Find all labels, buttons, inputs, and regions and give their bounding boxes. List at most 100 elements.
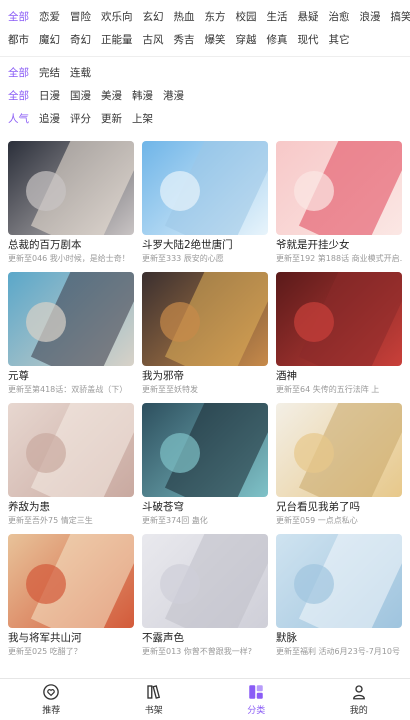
comic-card[interactable]: 我与将军共山河 更新至025 吃醋了？ [8,534,134,658]
comic-card[interactable]: 酒神 更新至64 失传的五行法阵 上 [276,272,402,396]
filter-chip-genre_row1[interactable]: 校园 [236,7,257,27]
comic-card[interactable]: 养敌为患 更新至吾外75 情定三生 [8,403,134,527]
cover-art-shape [26,171,66,211]
cover-art-shape [294,433,334,473]
comic-card[interactable]: 元尊 更新至第418话：双骄盖战（下） [8,272,134,396]
filter-chip-genre_row1[interactable]: 全部 [8,7,29,27]
comic-cover-image[interactable] [8,141,134,235]
comic-card[interactable]: 爷就是开挂少女 更新至192 第188话 商业模式开启… [276,141,402,265]
genre-filter-row-2: 都市 魔幻 奇幻 正能量 古风 秀吉 爆笑 穿越 修真 现代 其它 [8,30,402,50]
comic-title: 我与将军共山河 [8,632,82,644]
filter-chip-status[interactable]: 完结 [39,63,60,83]
filter-chip-genre_row2[interactable]: 修真 [267,30,288,50]
comic-card[interactable]: 默脉 更新至福利 活动6月23号-7月10号 [276,534,402,658]
comic-cover-image[interactable] [142,272,268,366]
filter-chip-genre_row1[interactable]: 治愈 [329,7,350,27]
cover-art-shape [160,171,200,211]
cover-art-shape [294,171,334,211]
filter-chip-genre_row2[interactable]: 秀吉 [174,30,195,50]
comic-cover-image[interactable] [276,272,402,366]
comic-card[interactable]: 总裁的百万剧本 更新至046 我小时候，是给士奇！ [8,141,134,265]
status-filter-row: 全部 完结 连载 [8,63,402,83]
filter-chip-genre_row2[interactable]: 穿越 [236,30,257,50]
filter-chip-genre_row2[interactable]: 爆笑 [205,30,226,50]
genre-filter-row-1: 全部 恋爱 冒险 欢乐向 玄幻 热血 东方 校园 生活 悬疑 治愈 浪漫 搞笑 [8,7,410,27]
comic-cover-image[interactable] [8,272,134,366]
cover-art-shape [160,433,200,473]
nav-bookshelf[interactable]: 书架 [103,679,206,720]
comic-cover-image[interactable] [142,141,268,235]
comic-cover-image[interactable] [276,403,402,497]
bottom-navigation: 推荐 书架 分类 我的 [0,678,410,720]
filter-chip-genre_row1[interactable]: 冒险 [70,7,91,27]
user-icon [352,685,365,700]
filter-chip-genre_row1[interactable]: 悬疑 [298,7,319,27]
filter-chip-sort[interactable]: 人气 [8,109,29,129]
filter-chip-genre_row1[interactable]: 东方 [205,7,226,27]
filter-chip-region[interactable]: 港漫 [163,86,184,106]
nav-category[interactable]: 分类 [205,679,308,720]
filter-chip-sort[interactable]: 评分 [70,109,91,129]
filter-chip-genre_row2[interactable]: 现代 [298,30,319,50]
comic-cover-image[interactable] [142,534,268,628]
cover-art-shape [294,302,334,342]
nav-bookshelf-label: 书架 [144,706,163,716]
filter-chip-genre_row2[interactable]: 其它 [329,30,350,50]
comic-cover-image[interactable] [276,534,402,628]
comic-update-text: 更新至046 我小时候，是给士奇！ [8,254,130,263]
filter-chip-status[interactable]: 全部 [8,63,29,83]
filter-chip-sort[interactable]: 上架 [132,109,153,129]
heart-icon [43,684,60,700]
filter-chip-genre_row1[interactable]: 热血 [174,7,195,27]
cover-art-shape [160,302,200,342]
comic-update-text: 更新至013 你曾不曾跟我一样? [142,647,253,656]
comic-cover-image[interactable] [276,141,402,235]
filter-chip-region[interactable]: 全部 [8,86,29,106]
filter-chip-genre_row1[interactable]: 生活 [267,7,288,27]
filter-chip-genre_row1[interactable]: 恋爱 [39,7,60,27]
comic-card[interactable]: 斗破苍穹 更新至374回 蛊化 [142,403,268,527]
filter-chip-genre_row1[interactable]: 欢乐向 [101,7,133,27]
comic-title: 斗罗大陆2绝世唐门 [142,239,233,251]
filter-chip-genre_row2[interactable]: 都市 [8,30,29,50]
filter-chip-genre_row2[interactable]: 古风 [143,30,164,50]
comic-cover-image[interactable] [8,534,134,628]
filter-chip-genre_row2[interactable]: 奇幻 [70,30,91,50]
filter-chip-region[interactable]: 美漫 [101,86,122,106]
nav-recommend-label: 推荐 [42,706,61,716]
cover-art-shape [294,564,334,604]
comic-card[interactable]: 兄台看见我弟了吗 更新至059 一点点私心 [276,403,402,527]
comic-title: 酒神 [276,370,297,382]
nav-mine[interactable]: 我的 [308,679,410,720]
comic-card[interactable]: 斗罗大陆2绝世唐门 更新至333 辰安的心愿 [142,141,268,265]
filter-chip-sort[interactable]: 更新 [101,109,122,129]
comic-cover-image[interactable] [142,403,268,497]
comic-update-text: 更新至福利 活动6月23号-7月10号 [276,647,400,656]
filter-chip-genre_row2[interactable]: 魔幻 [39,30,60,50]
filter-chip-genre_row1[interactable]: 搞笑 [391,7,410,27]
comic-update-text: 更新至025 吃醋了？ [8,647,82,656]
comic-title: 兄台看见我弟了吗 [276,501,360,513]
comic-update-text: 更新至059 一点点私心 [276,516,358,525]
comic-title: 斗破苍穹 [142,501,184,513]
comic-title: 元尊 [8,370,29,382]
filter-chip-region[interactable]: 日漫 [39,86,60,106]
filter-divider [0,56,410,57]
filter-chip-sort[interactable]: 追漫 [39,109,60,129]
comic-title: 爷就是开挂少女 [276,239,350,251]
filter-chip-region[interactable]: 国漫 [70,86,91,106]
region-filter-row: 全部 日漫 国漫 美漫 韩漫 港漫 [8,86,402,106]
filter-chip-genre_row1[interactable]: 玄幻 [143,7,164,27]
filter-chip-genre_row1[interactable]: 浪漫 [360,7,381,27]
nav-category-label: 分类 [247,706,266,716]
cover-art-shape [26,433,66,473]
bookshelf-icon [147,685,160,699]
comic-cover-image[interactable] [8,403,134,497]
comic-card[interactable]: 我为邪帝 更新至至妖特发 [142,272,268,396]
comic-card[interactable]: 不露声色 更新至013 你曾不曾跟我一样? [142,534,268,658]
nav-recommend[interactable]: 推荐 [0,679,103,720]
filter-chip-genre_row2[interactable]: 正能量 [101,30,133,50]
filter-chip-region[interactable]: 韩漫 [132,86,153,106]
sort-filter-row: 人气 追漫 评分 更新 上架 [8,109,402,129]
filter-chip-status[interactable]: 连载 [70,63,91,83]
